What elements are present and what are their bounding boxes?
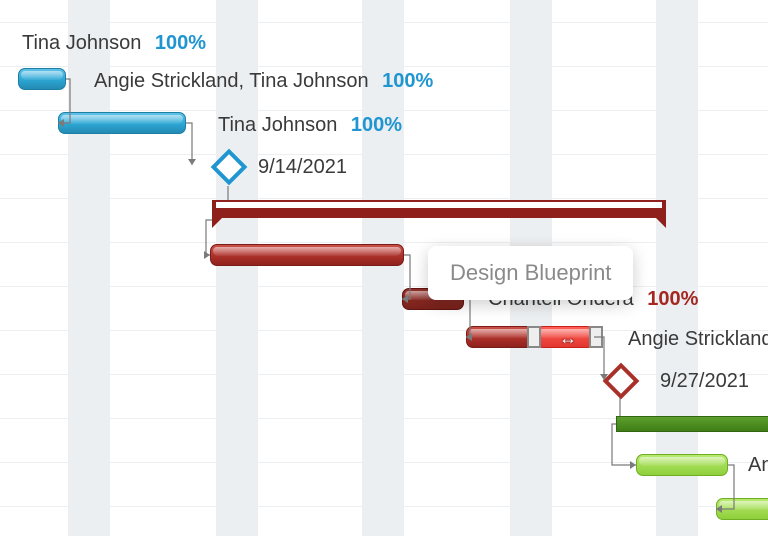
tooltip-text: Design Blueprint xyxy=(450,260,611,285)
task-bar[interactable] xyxy=(58,112,186,134)
move-cursor-icon: ↔ xyxy=(559,328,577,349)
grid-row xyxy=(0,506,768,507)
grid-row xyxy=(0,22,768,23)
percent-complete: 100% xyxy=(155,32,206,54)
grid-row xyxy=(0,286,768,287)
tooltip: Design Blueprint xyxy=(428,246,633,300)
percent-complete: 100% xyxy=(351,114,402,136)
task-label: Tina Johnson 100% xyxy=(22,32,206,55)
resize-handle-left-icon[interactable] xyxy=(527,326,541,348)
grid-row xyxy=(0,154,768,155)
gantt-chart[interactable]: Tina Johnson 100% Angie Strickland, Tina… xyxy=(0,0,768,536)
task-bar-selected[interactable]: ↔ xyxy=(536,326,594,348)
task-bar[interactable] xyxy=(636,454,728,476)
percent-complete: 100% xyxy=(382,70,433,92)
summary-bar[interactable] xyxy=(212,200,666,218)
assignee-text: Angie Strickland, Tina Johnson xyxy=(94,70,369,92)
task-label: Angie Strickland xyxy=(628,328,768,351)
assignee-text: Tina Johnson xyxy=(22,32,141,54)
milestone-label: 9/27/2021 xyxy=(660,370,749,393)
task-bar[interactable] xyxy=(466,326,536,348)
assignee-text: An xyxy=(748,454,768,476)
resize-handle-right-icon[interactable] xyxy=(589,326,603,348)
task-label: An xyxy=(748,454,768,477)
task-bar[interactable] xyxy=(210,244,404,266)
grid-row xyxy=(0,374,768,375)
assignee-text: Tina Johnson xyxy=(218,114,337,136)
milestone-label: 9/14/2021 xyxy=(258,156,347,179)
grid-row xyxy=(0,66,768,67)
percent-complete: 100% xyxy=(647,288,698,310)
milestone-date: 9/14/2021 xyxy=(258,156,347,178)
milestone-date: 9/27/2021 xyxy=(660,370,749,392)
summary-bar[interactable] xyxy=(616,416,768,432)
grid-row xyxy=(0,242,768,243)
milestone-icon[interactable] xyxy=(603,363,640,400)
task-bar[interactable] xyxy=(18,68,66,90)
task-label: Angie Strickland, Tina Johnson 100% xyxy=(94,70,433,93)
grid-row xyxy=(0,110,768,111)
task-bar[interactable] xyxy=(716,498,768,520)
assignee-text: Angie Strickland xyxy=(628,328,768,350)
task-label: Tina Johnson 100% xyxy=(218,114,402,137)
grid-row xyxy=(0,198,768,199)
